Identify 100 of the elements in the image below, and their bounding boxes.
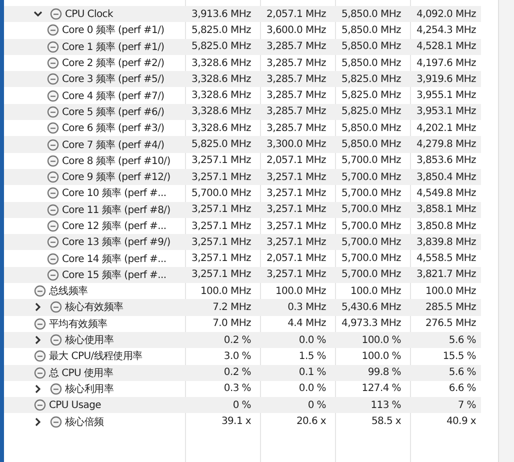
sensor-name: Core 10 频率 (perf #... (62, 186, 166, 200)
sensor-value: 7.0 MHz (212, 318, 252, 330)
sensor-value: 5,825.0 MHz (190, 139, 252, 150)
sensor-value: 0.3 % (222, 383, 252, 394)
sensor-value: 276.5 MHz (424, 318, 477, 330)
sensor-name: CPU Clock (65, 8, 113, 20)
sensor-value: 5,700.0 MHz (190, 188, 252, 199)
sensor-value: 4,528.1 MHz (416, 41, 477, 52)
sensor-value: 5,850.0 MHz (340, 139, 402, 150)
sensor-value: 5,825.0 MHz (340, 106, 402, 118)
sensor-value: 5.6 % (448, 334, 477, 346)
sensor-value: 3,285.7 MHz (266, 106, 327, 118)
sensor-name: Core 8 频率 (perf #10/) (62, 154, 170, 168)
sensor-value: 4,254.3 MHz (416, 24, 477, 36)
sensor-value: 5,825.0 MHz (340, 90, 402, 102)
sensor-value: 5,850.0 MHz (340, 24, 402, 36)
sensor-value: 5,825.0 MHz (340, 74, 402, 85)
sensor-value: 2,057.1 MHz (266, 253, 327, 264)
sensor-value: 3,850.8 MHz (416, 220, 477, 232)
sensor-name: 总线频率 (49, 284, 88, 298)
sensor-name: Core 5 频率 (perf #6/) (62, 106, 164, 119)
sensor-value: 3,913.6 MHz (190, 8, 252, 20)
sensor-value: 4,558.5 MHz (416, 253, 477, 264)
sensor-value: 3,600.0 MHz (266, 24, 327, 36)
sensor-value: 5,700.0 MHz (340, 172, 402, 183)
sensor-value: 3,328.6 MHz (190, 122, 252, 134)
sensor-name: Core 3 频率 (perf #5/) (62, 72, 164, 86)
sensor-value: 3,285.7 MHz (266, 122, 327, 134)
sensor-value: 5,825.0 MHz (190, 41, 252, 52)
sensor-value: 100.0 % (360, 350, 402, 362)
sensor-value: 5,700.0 MHz (340, 155, 402, 166)
sensor-value: 5,700.0 MHz (340, 269, 402, 280)
sensor-value: 6.6 % (448, 383, 477, 394)
sensor-value: 3,257.1 MHz (266, 172, 327, 183)
sensor-name: 核心倍频 (65, 416, 104, 429)
sensor-value: 3,257.1 MHz (266, 236, 327, 248)
sensor-value: 2,057.1 MHz (266, 8, 327, 20)
sensor-name: Core 15 频率 (perf #... (62, 268, 166, 282)
sensor-value: 100.0 MHz (274, 286, 327, 297)
sensor-name: Core 2 频率 (perf #2/) (62, 56, 164, 70)
sensor-value: 4,279.8 MHz (416, 139, 477, 150)
sensor-value: 3,853.6 MHz (416, 155, 477, 166)
sensor-value: 4.4 MHz (286, 318, 327, 330)
sensor-value: 3,919.6 MHz (416, 74, 477, 85)
sensor-value: 3,328.6 MHz (190, 58, 252, 69)
sensor-value: 5,850.0 MHz (340, 122, 402, 134)
sensor-value: 39.1 x (220, 416, 252, 428)
sensor-value: 99.8 % (366, 367, 402, 378)
sensor-value: 4,973.3 MHz (340, 318, 402, 330)
sensor-value: 3,285.7 MHz (266, 74, 327, 85)
sensor-value: 100.0 % (360, 334, 402, 346)
sensor-value: 3,839.8 MHz (416, 236, 477, 248)
sensor-value: 3,285.7 MHz (266, 90, 327, 102)
sensor-value: 5,430.6 MHz (340, 302, 402, 313)
sensor-value: 3,300.0 MHz (266, 139, 327, 150)
sensor-value: 0 % (232, 400, 252, 411)
sensor-value: 3,858.1 MHz (416, 204, 477, 216)
sensor-value: 3,257.1 MHz (266, 269, 327, 280)
sensor-value: 3,257.1 MHz (190, 172, 252, 183)
sensor-name: Core 11 频率 (perf #8/) (62, 204, 170, 217)
sensor-value: 3,955.1 MHz (416, 90, 477, 102)
sensor-name: Core 4 频率 (perf #7/) (62, 90, 164, 103)
sensor-value: 5,700.0 MHz (340, 236, 402, 248)
sensor-value: 3,257.1 MHz (190, 253, 252, 264)
sensor-value: 5.6 % (448, 367, 477, 378)
sensor-value: 4,092.0 MHz (416, 8, 477, 20)
sensor-value: 3,257.1 MHz (266, 204, 327, 216)
sensor-value: 5,850.0 MHz (340, 58, 402, 69)
sensor-value: 3,257.1 MHz (266, 220, 327, 232)
sensor-value: 5,700.0 MHz (340, 204, 402, 216)
sensor-name: 平均有效频率 (49, 318, 108, 331)
sensor-value: 3,285.7 MHz (266, 58, 327, 69)
sensor-value: 15.5 % (442, 350, 477, 362)
sensor-name: Core 7 频率 (perf #4/) (62, 138, 164, 152)
sensor-value: 100.0 MHz (349, 286, 402, 297)
sensor-value: 1.5 % (298, 350, 327, 362)
sensor-name: Core 14 频率 (perf #... (62, 252, 166, 266)
sensor-value: 3,328.6 MHz (190, 90, 252, 102)
sensor-name: Core 9 频率 (perf #12/) (62, 170, 170, 184)
sensor-name: Core 1 频率 (perf #1/) (62, 40, 164, 54)
sensor-name: 核心使用率 (65, 334, 114, 348)
sensor-value: 3,257.1 MHz (190, 204, 252, 216)
sensor-value: 5,825.0 MHz (190, 24, 252, 36)
sensor-value: 3,285.7 MHz (266, 41, 327, 52)
sensor-name: 总 CPU 使用率 (49, 366, 113, 380)
sensor-value: 3,328.6 MHz (190, 106, 252, 118)
sensor-name: CPU Usage (49, 400, 101, 411)
sensor-value: 0.0 % (298, 383, 327, 394)
sensor-value: 0.2 % (222, 367, 252, 378)
sensor-value: 0.3 MHz (286, 302, 327, 313)
sensor-name: 最大 CPU/线程使用率 (49, 350, 142, 364)
sensor-value: 3,850.4 MHz (416, 172, 477, 183)
sensor-name: 核心利用率 (65, 382, 114, 396)
sensor-name: 核心有效频率 (65, 300, 124, 314)
sensor-value: 0.1 % (298, 367, 327, 378)
sensor-value: 0.0 % (298, 334, 327, 346)
sensor-value: 2,057.1 MHz (266, 155, 327, 166)
sensor-value: 5,850.0 MHz (340, 8, 402, 20)
sensor-value: 5,700.0 MHz (340, 253, 402, 264)
sensor-name: Core 13 频率 (perf #9/) (62, 236, 170, 250)
